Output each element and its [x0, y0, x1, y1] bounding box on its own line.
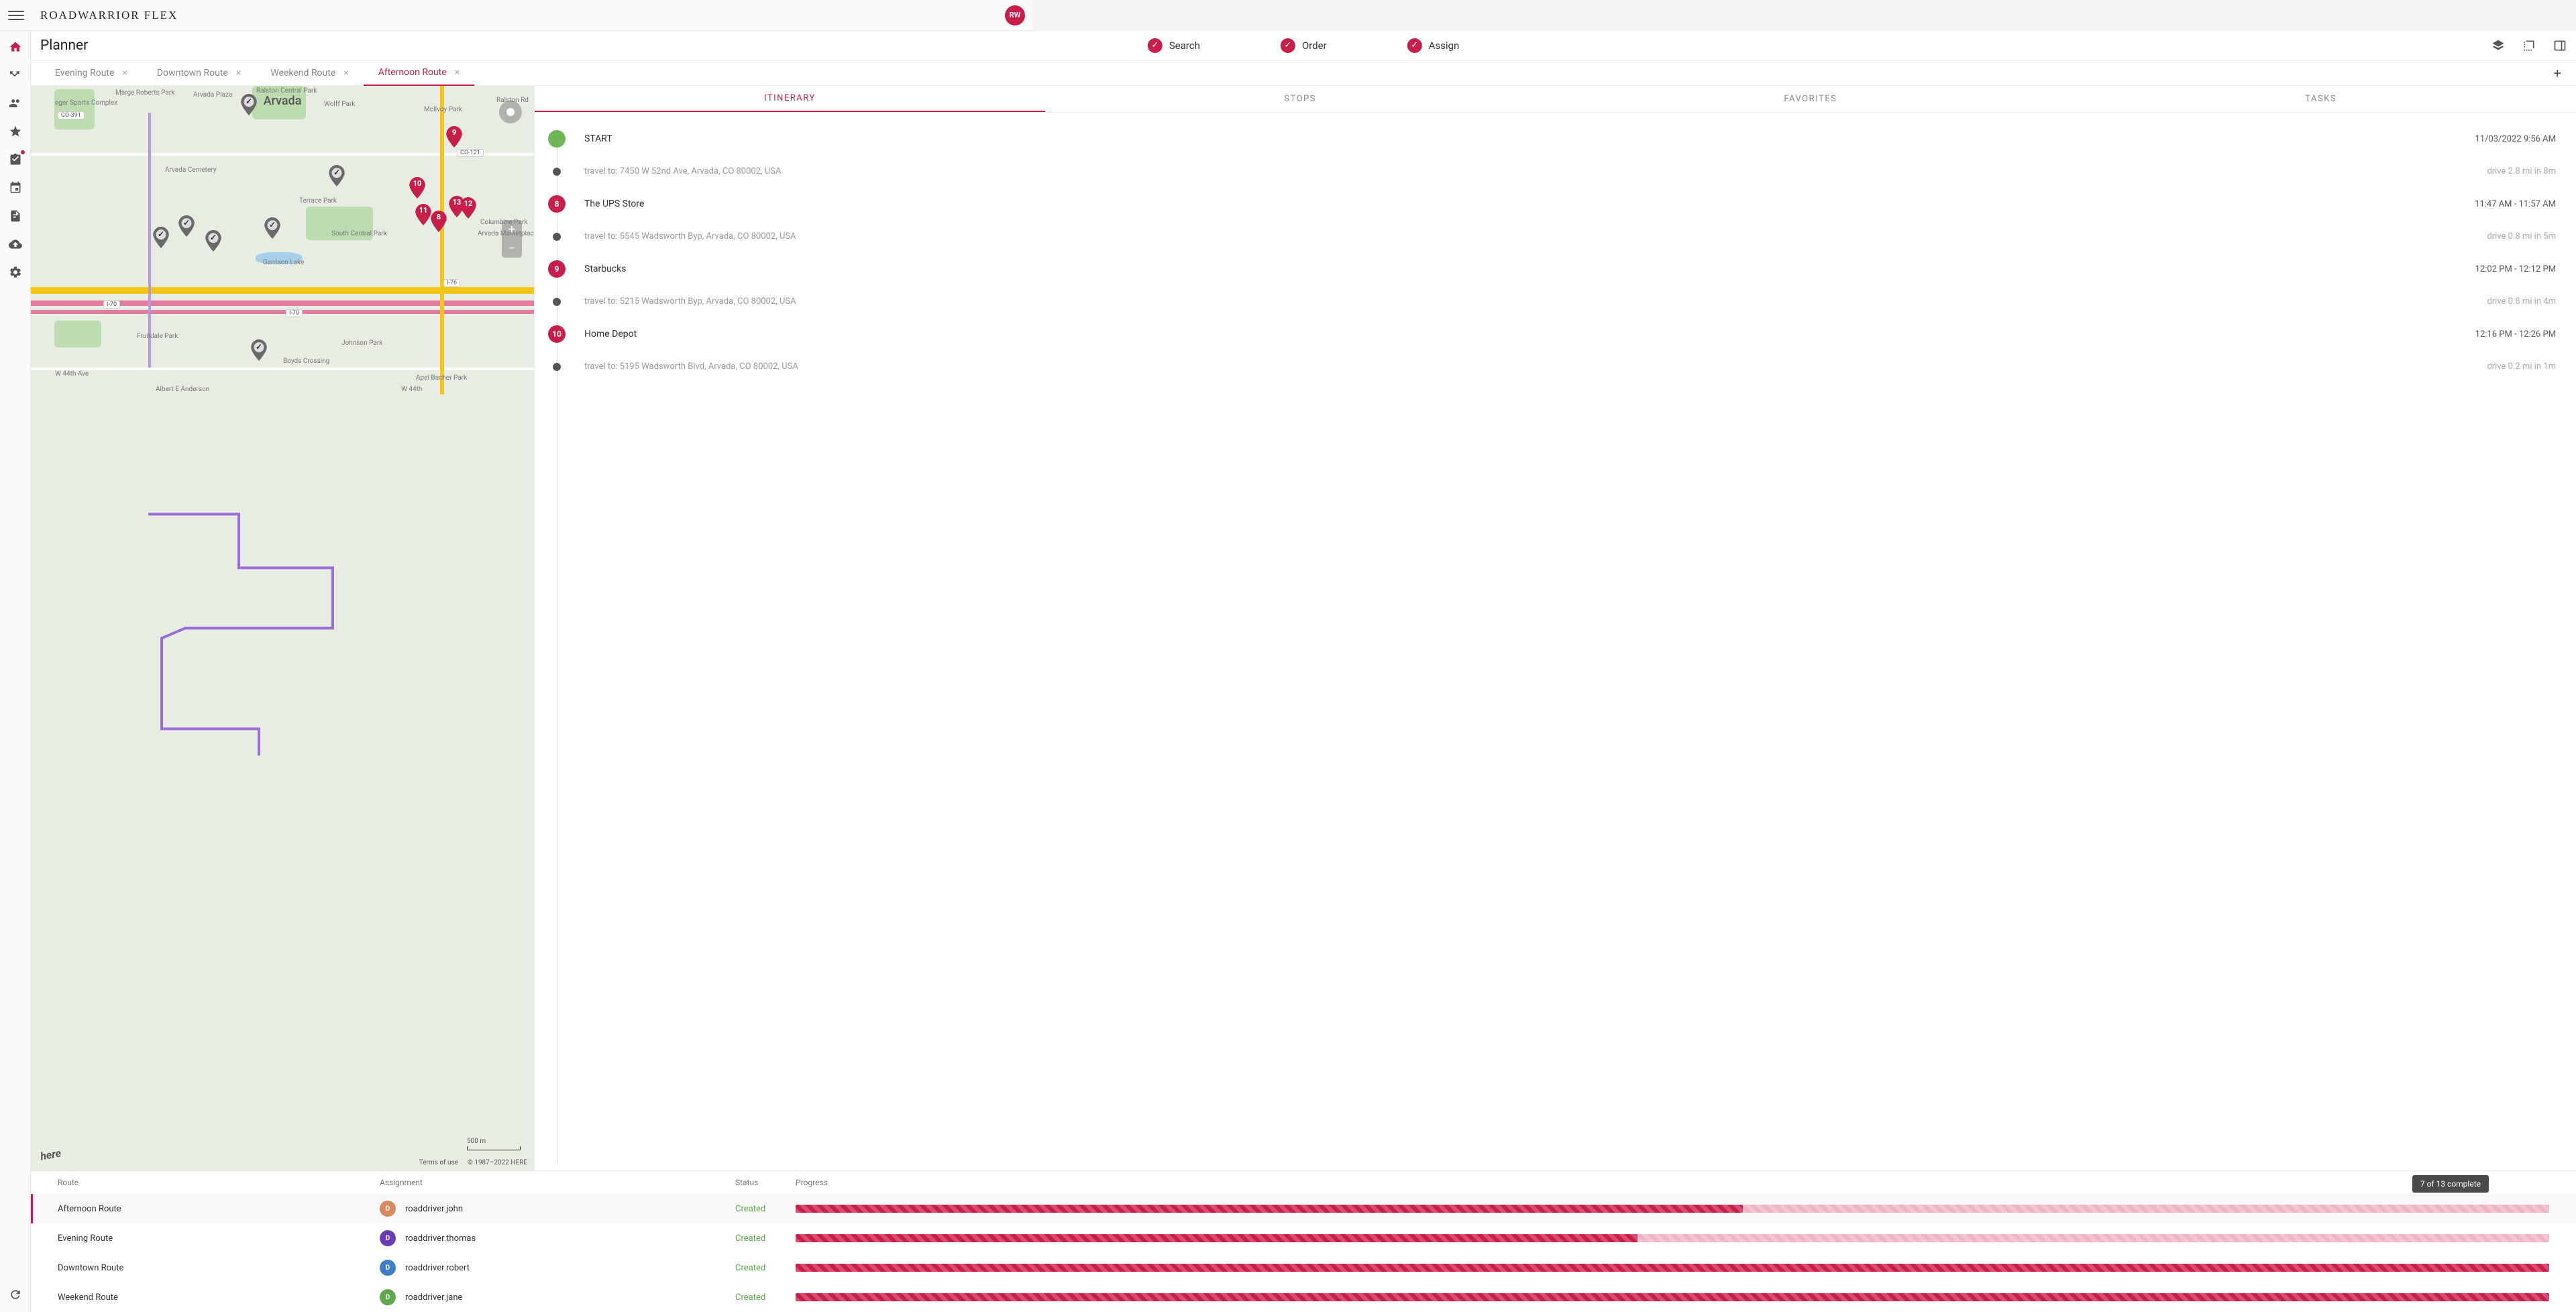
step-assign[interactable]: ✓Assign	[1407, 38, 1460, 53]
left-nav	[0, 31, 31, 1312]
check-icon: ✓	[1148, 38, 1163, 53]
right-tabs: ITINERARY STOPS FAVORITES TASKS	[535, 86, 2576, 113]
close-icon[interactable]: ×	[236, 68, 241, 78]
col-route: Route	[58, 1178, 380, 1187]
nav-reports-icon[interactable]	[7, 208, 23, 224]
nav-schedule-icon[interactable]	[7, 180, 23, 196]
map-scale: 500 m	[467, 1138, 521, 1150]
map-pin-stop[interactable]: 10	[409, 177, 426, 199]
road-label: W 44th	[401, 386, 422, 393]
itinerary-row[interactable]: travel to: 5215 Wadsworth Byp, Arvada, C…	[548, 287, 2556, 316]
nav-routes-icon[interactable]	[7, 67, 23, 83]
nav-drivers-icon[interactable]	[7, 95, 23, 111]
nav-home-icon[interactable]	[7, 39, 23, 55]
header-row: Planner ✓Search ✓Order ✓Assign	[31, 31, 2576, 60]
map-pin-done[interactable]: ✓	[205, 230, 222, 252]
table-row[interactable]: Evening Route Droaddriver.thomas Created	[31, 1223, 2576, 1253]
table-row[interactable]: Afternoon Route Droaddriver.john Created	[31, 1194, 2576, 1223]
col-progress: Progress	[796, 1178, 2549, 1187]
nav-settings-icon[interactable]	[7, 264, 23, 280]
map-layers-button[interactable]	[499, 101, 522, 123]
itinerary-row[interactable]: 8The UPS Store11:47 AM - 11:57 AM	[548, 186, 2556, 222]
map-pin-done[interactable]: ✓	[264, 217, 281, 239]
map-pin-stop[interactable]: 12	[460, 197, 477, 219]
map-pin-stop[interactable]: 8	[430, 211, 447, 232]
step-search[interactable]: ✓Search	[1148, 38, 1200, 53]
right-panel: ITINERARY STOPS FAVORITES TASKS START11/…	[534, 86, 2576, 1170]
map-pin-done[interactable]: ✓	[328, 165, 345, 186]
check-icon: ✓	[1281, 38, 1295, 53]
itinerary-row[interactable]: travel to: 7450 W 52nd Ave, Arvada, CO 8…	[548, 157, 2556, 186]
hamburger-menu-icon[interactable]	[8, 7, 24, 23]
road-label: I-70	[103, 300, 120, 309]
progress-tooltip: 7 of 13 complete	[2412, 1175, 2489, 1193]
itinerary-list[interactable]: START11/03/2022 9:56 AMtravel to: 7450 W…	[535, 113, 2576, 1170]
map-pin-done[interactable]: ✓	[152, 227, 170, 248]
map-pin-stop[interactable]: 9	[445, 126, 463, 148]
nav-refresh-icon[interactable]	[7, 1287, 23, 1303]
itinerary-row[interactable]: travel to: 5545 Wadsworth Byp, Arvada, C…	[548, 222, 2556, 251]
split-container: CO-391 CO-121 I-76 I-70 I-70 W 44th Marg…	[31, 86, 2576, 1170]
close-icon[interactable]: ×	[343, 68, 348, 78]
map-pin-done[interactable]: ✓	[250, 339, 268, 361]
map-attribution: Terms of use© 1987–2022 HERE	[419, 1159, 527, 1166]
itinerary-row[interactable]: 9Starbucks12:02 PM - 12:12 PM	[548, 251, 2556, 287]
main-region: Planner ✓Search ✓Order ✓Assign Evening R…	[31, 31, 2576, 1312]
routes-table: Route Assignment Status Progress 7 of 13…	[31, 1170, 2576, 1312]
route-tab-evening[interactable]: Evening Route×	[40, 60, 142, 86]
step-indicator: ✓Search ✓Order ✓Assign	[1148, 38, 1459, 53]
map-city-label: Arvada	[264, 94, 302, 108]
route-tab-weekend[interactable]: Weekend Route×	[256, 60, 363, 86]
select-all-icon[interactable]	[2522, 39, 2536, 52]
close-icon[interactable]: ×	[455, 67, 460, 78]
nav-upload-icon[interactable]	[7, 236, 23, 252]
header-actions	[2491, 39, 2567, 52]
layers-icon[interactable]	[2491, 39, 2505, 52]
road-label: I-70	[286, 309, 303, 317]
map[interactable]: CO-391 CO-121 I-76 I-70 I-70 W 44th Marg…	[31, 86, 534, 1170]
map-pin-done[interactable]: ✓	[240, 94, 258, 115]
map-zoom-control: + −	[502, 220, 522, 258]
itinerary-row[interactable]: 10Home Depot12:16 PM - 12:26 PM	[548, 316, 2556, 352]
map-container: CO-391 CO-121 I-76 I-70 I-70 W 44th Marg…	[31, 86, 534, 1170]
user-avatar[interactable]: RW	[1005, 5, 1025, 25]
top-bar: ROADWARRIOR FLEX RW	[0, 0, 1033, 31]
map-pin-done[interactable]: ✓	[178, 215, 195, 237]
itinerary-row[interactable]: START11/03/2022 9:56 AM	[548, 121, 2556, 157]
panel-toggle-icon[interactable]	[2553, 39, 2567, 52]
route-tabs: Evening Route× Downtown Route× Weekend R…	[31, 60, 2576, 86]
check-icon: ✓	[1407, 38, 1422, 53]
road-label: CO-391	[58, 111, 85, 119]
page-title: Planner	[40, 38, 88, 54]
zoom-out-button[interactable]: −	[502, 239, 522, 258]
tab-favorites[interactable]: FAVORITES	[1556, 86, 2066, 112]
route-tab-downtown[interactable]: Downtown Route×	[142, 60, 256, 86]
col-assignment: Assignment	[380, 1178, 735, 1187]
tab-itinerary[interactable]: ITINERARY	[535, 86, 1045, 112]
table-row[interactable]: Weekend Route Droaddriver.jane Created	[31, 1282, 2576, 1312]
nav-favorites-icon[interactable]	[7, 123, 23, 140]
zoom-in-button[interactable]: +	[502, 220, 522, 239]
road-label: CO-121	[457, 149, 484, 157]
route-tab-afternoon[interactable]: Afternoon Route×	[364, 60, 474, 86]
table-row[interactable]: Downtown Route Droaddriver.robert Create…	[31, 1253, 2576, 1282]
route-path	[31, 86, 534, 1170]
road-label: I-76	[443, 279, 460, 287]
brand-title: ROADWARRIOR FLEX	[40, 9, 178, 22]
close-icon[interactable]: ×	[122, 68, 127, 78]
add-tab-button[interactable]: +	[2548, 65, 2567, 81]
col-status: Status	[735, 1178, 796, 1187]
tab-tasks[interactable]: TASKS	[2065, 86, 2576, 112]
tab-stops[interactable]: STOPS	[1045, 86, 1556, 112]
itinerary-row[interactable]: travel to: 5195 Wadsworth Blvd, Arvada, …	[548, 352, 2556, 381]
nav-tasks-icon[interactable]	[7, 152, 23, 168]
step-order[interactable]: ✓Order	[1281, 38, 1327, 53]
table-header: Route Assignment Status Progress 7 of 13…	[31, 1171, 2576, 1194]
